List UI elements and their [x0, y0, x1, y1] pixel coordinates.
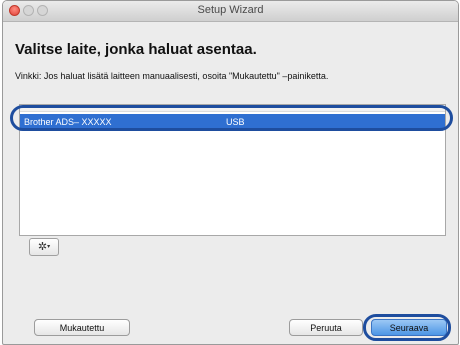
device-name: Brother ADS– XXXXX — [24, 117, 112, 127]
next-button[interactable]: Seuraava — [371, 319, 447, 336]
window-title: Setup Wizard — [197, 4, 264, 16]
custom-button[interactable]: Mukautettu — [34, 319, 130, 336]
hint-text: Vinkki: Jos haluat lisätä laitteen manua… — [15, 71, 329, 81]
actions-menu-button[interactable]: ✲▾ — [29, 238, 59, 256]
device-list-header[interactable] — [20, 105, 445, 112]
cancel-button[interactable]: Peruuta — [289, 319, 363, 336]
gear-icon: ✲ — [37, 241, 48, 253]
title-bar[interactable]: Setup Wizard — [3, 1, 458, 22]
chevron-down-icon: ▾ — [47, 244, 51, 251]
device-connection: USB — [226, 117, 245, 127]
page-heading: Valitse laite, jonka haluat asentaa. — [15, 41, 257, 58]
device-list[interactable]: Brother ADS– XXXXX USB — [19, 104, 446, 236]
setup-wizard-window: Setup Wizard Valitse laite, jonka haluat… — [2, 0, 459, 345]
device-row-selected[interactable]: Brother ADS– XXXXX USB — [20, 114, 445, 130]
